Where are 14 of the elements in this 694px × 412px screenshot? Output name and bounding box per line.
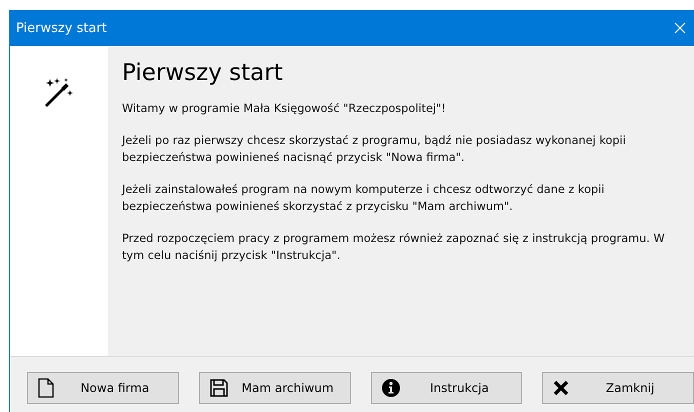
info-paragraph: Przed rozpoczęciem pracy z programem możesz również zapoznać się z instrukcją programu. W tym celu naciśnij przycisk "Instrukcja". (122, 231, 666, 264)
info-paragraph: Jeżeli po raz pierwszy chcesz skorzystać z programu, bądź nie posiadasz wykonanej kopii bezpieczeństwa powinieneś nacisnąć przycisk "Nowa firma". (122, 133, 627, 166)
info-icon (382, 378, 400, 396)
dialog-button[interactable]: Instrukcja (370, 372, 522, 404)
close-button[interactable]: Zamknij (542, 372, 694, 404)
window-title: Pierwszy start (16, 20, 107, 36)
document-icon (38, 378, 54, 398)
dialog-button[interactable]: Nowa firma (27, 372, 179, 404)
dialog-button[interactable]: Mam archiwum (198, 372, 350, 404)
dialog-heading: Pierwszy start (122, 60, 284, 86)
close-icon[interactable] (674, 22, 686, 34)
info-paragraph: Jeżeli zainstalowałeś program na nowym komputerze i chcesz odtworzyć dane z kopii bezpieczeństwa powinieneś skorzystać z przycisku "Mam archiwum". (122, 182, 606, 215)
info-paragraph: Witamy w programie Mała Księgowość "Rzeczpospolitej"! (122, 101, 447, 117)
close-icon (553, 380, 570, 396)
